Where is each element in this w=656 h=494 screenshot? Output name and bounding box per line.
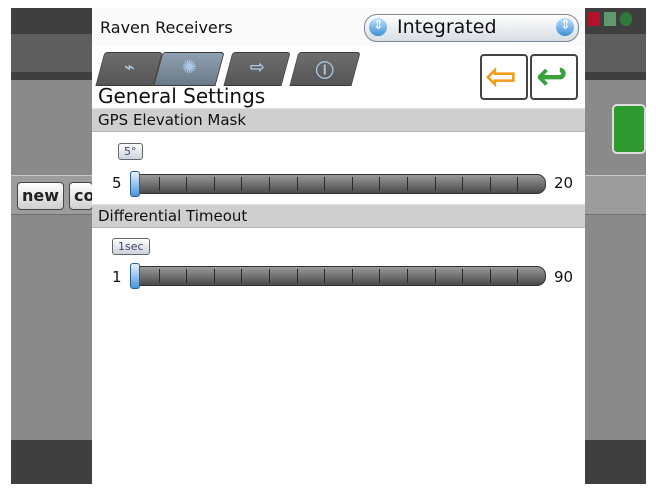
alert-icon (588, 12, 600, 26)
back-button[interactable]: ⇦ (480, 54, 528, 100)
tab-3[interactable]: ⇨ (223, 52, 291, 86)
slider-tick (407, 177, 408, 191)
slider-tick (241, 269, 242, 283)
green-return-arrow-icon: ↩ (536, 54, 568, 98)
background-green-button[interactable] (612, 104, 646, 154)
tab-4[interactable]: ⓘ (289, 52, 361, 86)
slider-tick (214, 269, 215, 283)
section-title: GPS Elevation Mask (98, 111, 247, 129)
receiver-settings-dialog: Raven Receivers Integrated ⌁ ✺ ⇨ ⓘ ⇦ ↩ G… (92, 8, 585, 494)
ok-button[interactable]: ↩ (530, 54, 578, 100)
satellite-icon: ✺ (181, 57, 197, 78)
slider-value-tip: 1sec (112, 238, 150, 255)
slider-tick (379, 269, 380, 283)
orange-left-arrow-icon: ⇦ (485, 54, 517, 98)
slider-tick (241, 177, 242, 191)
slider-tick (462, 177, 463, 191)
section-gps-elevation-mask: GPS Elevation Mask (92, 108, 585, 132)
slider-tick (435, 177, 436, 191)
slider-tick (490, 269, 491, 283)
slider-tick (324, 269, 325, 283)
slider-tick (269, 269, 270, 283)
slider-tick (186, 177, 187, 191)
dialog-titlebar: Raven Receivers Integrated (92, 8, 585, 46)
slider-tick (352, 269, 353, 283)
slider-value-tip: 5° (118, 143, 143, 160)
slider-tick (517, 177, 518, 191)
arrow-right-icon: ⇨ (249, 57, 265, 78)
dialog-title: Raven Receivers (100, 18, 233, 37)
slider-tick (490, 177, 491, 191)
slider-min-label: 1 (112, 268, 122, 286)
background-status-icons (586, 8, 646, 34)
differential-timeout-slider[interactable] (130, 266, 546, 286)
receiver-mode-value: Integrated (397, 16, 497, 38)
bezel-left (0, 0, 11, 494)
gps-elevation-mask-slider[interactable] (130, 174, 546, 194)
select-arrows-icon (556, 18, 574, 36)
gps-icon (620, 12, 632, 26)
slider-tick (407, 269, 408, 283)
section-differential-timeout: Differential Timeout (92, 204, 585, 228)
section-title: Differential Timeout (98, 207, 248, 225)
bezel-top (0, 0, 656, 8)
slider-max-label: 90 (554, 268, 574, 286)
status-icon (604, 12, 616, 26)
slider-tick (517, 269, 518, 283)
slider-tick (435, 269, 436, 283)
background-new-button[interactable]: new (17, 182, 65, 210)
slider-thumb[interactable] (130, 171, 140, 197)
slider-thumb[interactable] (130, 263, 140, 289)
slider-tick (324, 177, 325, 191)
slider-max-label: 20 (554, 174, 574, 192)
slider-tick (269, 177, 270, 191)
slider-tick (379, 177, 380, 191)
slider-tick (297, 269, 298, 283)
tab-1[interactable]: ⌁ (95, 52, 163, 86)
bezel-right (646, 0, 656, 494)
antenna-icon: ⌁ (123, 57, 135, 78)
slider-tick (352, 177, 353, 191)
slider-tick (214, 177, 215, 191)
select-arrows-icon (369, 18, 387, 36)
page-heading: General Settings (98, 84, 266, 108)
receiver-mode-select[interactable]: Integrated (364, 14, 579, 42)
background-co-button[interactable]: co (69, 182, 93, 210)
info-icon: ⓘ (315, 61, 334, 82)
slider-tick (462, 269, 463, 283)
slider-tick (297, 177, 298, 191)
slider-min-label: 5 (112, 174, 122, 192)
tab-2[interactable]: ✺ (153, 52, 225, 86)
slider-tick (186, 269, 187, 283)
slider-tick (159, 177, 160, 191)
slider-tick (159, 269, 160, 283)
